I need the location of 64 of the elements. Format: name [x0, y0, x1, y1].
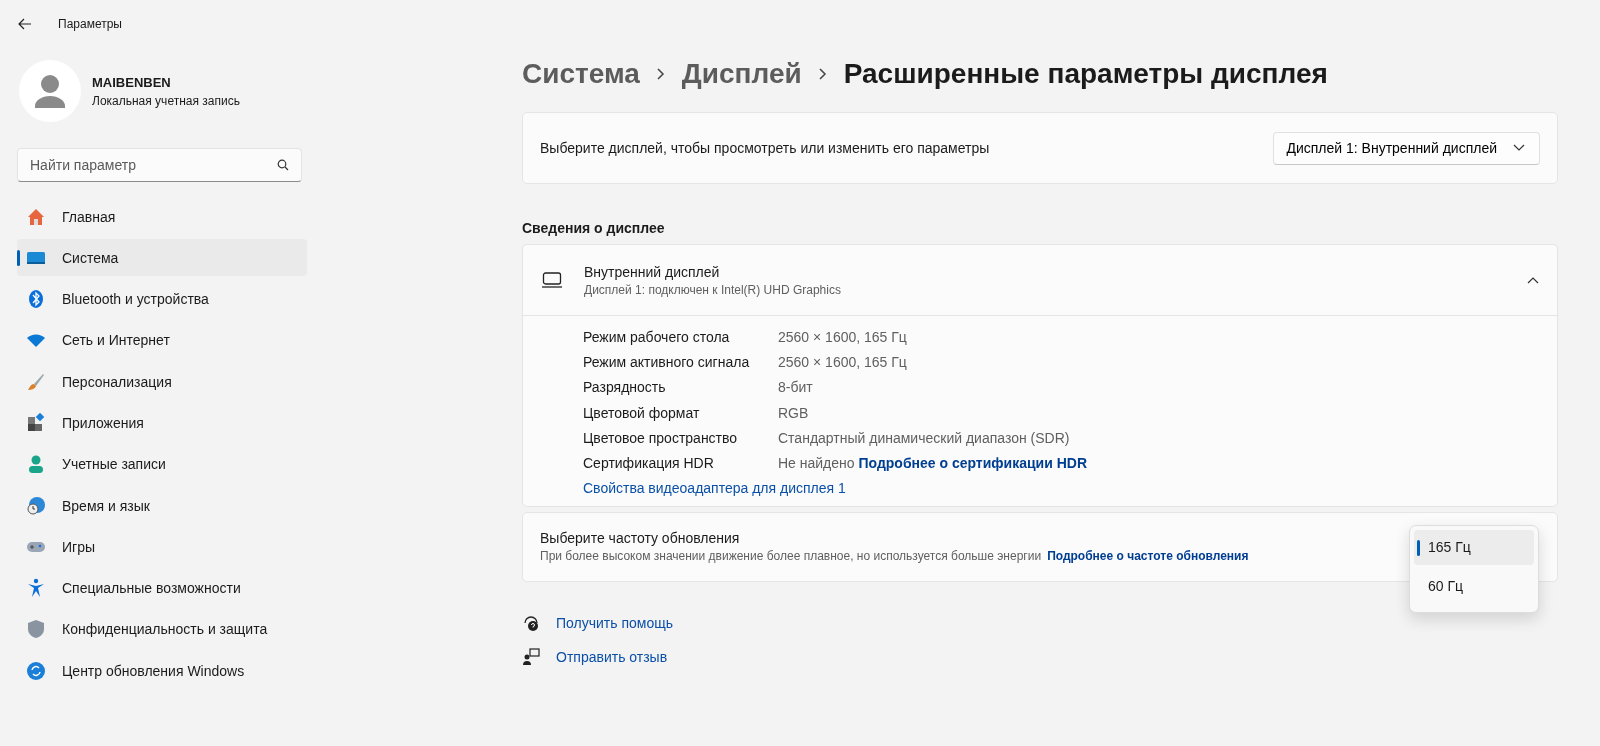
- help-icon: [522, 613, 540, 632]
- setting-description: При более высоком значении движение более плавное, но используется больше энергии: [540, 549, 1042, 564]
- nav-item[interactable]: Bluetooth и устройства: [17, 280, 307, 318]
- feedback-icon: [522, 647, 540, 666]
- nav-item[interactable]: Главная: [17, 198, 307, 235]
- menu-option[interactable]: 165 Гц: [1414, 529, 1534, 565]
- nav-item[interactable]: Учетные записи: [17, 445, 307, 483]
- back-arrow-icon[interactable]: [18, 18, 32, 30]
- display-dropdown[interactable]: Дисплей 1: Внутренний дисплей: [1273, 131, 1540, 165]
- get-help-link[interactable]: Получить помощь: [556, 614, 673, 631]
- property-label: Цветовое пространство: [583, 429, 739, 446]
- property-value: RGB: [778, 404, 809, 421]
- nav-item[interactable]: Сеть и Интернет: [17, 321, 307, 359]
- account-name: MAIBENBEN: [92, 74, 172, 90]
- nav-icon: [26, 206, 46, 227]
- property-value: 2560 × 1600, 165 Гц: [778, 328, 907, 345]
- display-connection: Дисплей 1: подключен к Intel(R) UHD Graphics: [584, 282, 842, 297]
- nav-icon: [26, 619, 46, 640]
- nav-item[interactable]: Конфиденциальность и защита: [17, 610, 307, 648]
- property-label: Сертификация HDR: [583, 455, 715, 472]
- menu-option[interactable]: 60 Гц: [1414, 568, 1534, 604]
- avatar-icon: [19, 60, 81, 122]
- property-value: 8-бит: [778, 379, 813, 396]
- nav-item[interactable]: Центр обновления Windows: [17, 652, 307, 690]
- property-value: Стандартный динамический диапазон (SDR): [778, 429, 1070, 446]
- chevron-down-icon: [1513, 144, 1525, 152]
- nav-item[interactable]: Система: [17, 239, 307, 277]
- nav-icon: [26, 578, 46, 599]
- search-icon: [277, 159, 289, 171]
- section-heading: Сведения о дисплее: [522, 220, 666, 236]
- display-name: Внутренний дисплей: [584, 263, 721, 280]
- nav-item[interactable]: Специальные возможности: [17, 569, 307, 607]
- hdr-info-link[interactable]: Подробнее о сертификации HDR: [858, 455, 1088, 472]
- nav-item[interactable]: Время и язык: [17, 487, 307, 525]
- laptop-icon: [541, 272, 563, 288]
- chevron-up-icon[interactable]: [1527, 276, 1539, 284]
- search-field[interactable]: Найти параметр: [17, 148, 302, 182]
- chevron-right-icon: [817, 67, 828, 81]
- property-value: 2560 × 1600, 165 Гц: [778, 353, 907, 370]
- property-label: Разрядность: [583, 379, 667, 396]
- adapter-properties-link[interactable]: Свойства видеоадаптера для дисплея 1: [583, 479, 846, 496]
- nav-item[interactable]: Приложения: [17, 404, 307, 442]
- account-type: Локальная учетная запись: [92, 93, 240, 108]
- property-label: Режим активного сигнала: [583, 353, 751, 370]
- nav-icon: [26, 495, 46, 516]
- property-label: Режим рабочего стола: [583, 328, 731, 345]
- setting-label: Выберите дисплей, чтобы просмотреть или изменить его параметры: [540, 140, 990, 156]
- page-title: Расширенные параметры дисплея: [843, 58, 1328, 90]
- nav-item[interactable]: Игры: [17, 528, 307, 566]
- chevron-right-icon: [655, 67, 666, 81]
- nav-icon: [26, 413, 46, 433]
- property-label: Цветовой формат: [583, 404, 701, 421]
- breadcrumb-link[interactable]: Дисплей: [681, 58, 802, 90]
- nav-item[interactable]: Персонализация: [17, 363, 307, 401]
- window-title: Параметры: [58, 17, 122, 31]
- nav-icon: [26, 660, 46, 681]
- nav-icon: [26, 371, 46, 392]
- nav-icon: [26, 454, 46, 475]
- property-value: Не найдено: [778, 455, 855, 472]
- send-feedback-link[interactable]: Отправить отзыв: [556, 648, 668, 665]
- breadcrumb-link[interactable]: Система: [522, 58, 640, 90]
- nav-icon: [26, 289, 46, 310]
- setting-label: Выберите частоту обновления: [540, 530, 741, 547]
- refresh-rate-info-link[interactable]: Подробнее о частоте обновления: [1047, 549, 1249, 564]
